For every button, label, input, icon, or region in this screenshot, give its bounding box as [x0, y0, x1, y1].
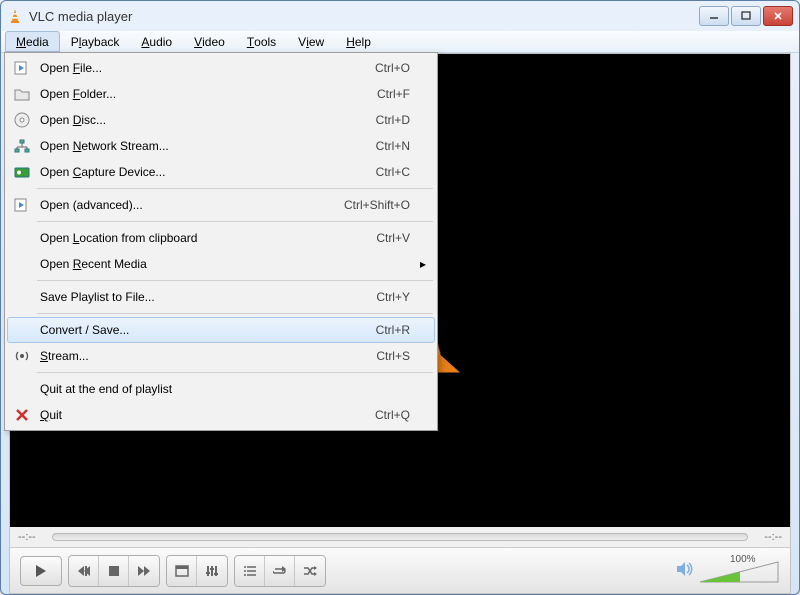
- menu-separator: [37, 221, 433, 222]
- menu-item-label: Open Location from clipboard: [40, 231, 376, 245]
- menu-item-label: Save Playlist to File...: [40, 290, 376, 304]
- time-total: --:--: [754, 531, 782, 543]
- shuffle-button[interactable]: [295, 556, 325, 586]
- time-elapsed: --:--: [18, 531, 46, 543]
- network-icon: [12, 138, 32, 154]
- menu-item-open-network-stream[interactable]: Open Network Stream...Ctrl+N: [7, 133, 435, 159]
- menu-help[interactable]: Help: [335, 31, 382, 52]
- submenu-arrow-icon: ▸: [420, 257, 430, 271]
- menu-separator: [37, 188, 433, 189]
- fullscreen-button[interactable]: [167, 556, 197, 586]
- vlc-cone-icon: [7, 8, 23, 24]
- menu-item-shortcut: Ctrl+Shift+O: [344, 198, 410, 212]
- blank-icon: [12, 322, 32, 338]
- volume-slider[interactable]: 100%: [700, 558, 780, 584]
- menu-item-quit-at-the-end-of-playlist[interactable]: Quit at the end of playlist: [7, 376, 435, 402]
- play-button[interactable]: [20, 556, 62, 586]
- file-play-icon: [12, 197, 32, 213]
- menu-media[interactable]: Media: [5, 31, 60, 52]
- menu-item-save-playlist-to-file[interactable]: Save Playlist to File...Ctrl+Y: [7, 284, 435, 310]
- folder-icon: [12, 86, 32, 102]
- menu-item-open-advanced[interactable]: Open (advanced)...Ctrl+Shift+O: [7, 192, 435, 218]
- seek-slider[interactable]: [52, 533, 748, 541]
- menu-video[interactable]: Video: [183, 31, 236, 52]
- menu-item-stream[interactable]: Stream...Ctrl+S: [7, 343, 435, 369]
- menu-item-shortcut: Ctrl+V: [376, 231, 410, 245]
- menu-item-open-disc[interactable]: Open Disc...Ctrl+D: [7, 107, 435, 133]
- media-dropdown: Open File...Ctrl+OOpen Folder...Ctrl+FOp…: [4, 52, 438, 431]
- menu-item-shortcut: Ctrl+R: [376, 323, 410, 337]
- menu-audio[interactable]: Audio: [130, 31, 183, 52]
- blank-icon: [12, 381, 32, 397]
- menu-item-shortcut: Ctrl+C: [376, 165, 410, 179]
- next-button[interactable]: [129, 556, 159, 586]
- menu-item-label: Open Capture Device...: [40, 165, 376, 179]
- volume-area: 100%: [676, 558, 780, 584]
- menu-item-open-capture-device[interactable]: Open Capture Device...Ctrl+C: [7, 159, 435, 185]
- menu-separator: [37, 313, 433, 314]
- menu-item-shortcut: Ctrl+F: [377, 87, 410, 101]
- maximize-button[interactable]: [731, 6, 761, 26]
- menu-item-shortcut: Ctrl+N: [376, 139, 410, 153]
- menu-item-label: Open File...: [40, 61, 375, 75]
- menu-item-label: Open Folder...: [40, 87, 377, 101]
- view-group: [166, 555, 228, 587]
- app-window: VLC media player MediaPlaybackAudioVideo…: [0, 0, 800, 595]
- minimize-button[interactable]: [699, 6, 729, 26]
- file-play-icon: [12, 60, 32, 76]
- menu-item-open-location-from-clipboard[interactable]: Open Location from clipboardCtrl+V: [7, 225, 435, 251]
- menu-playback[interactable]: Playback: [60, 31, 131, 52]
- menu-item-quit[interactable]: QuitCtrl+Q: [7, 402, 435, 428]
- titlebar: VLC media player: [1, 1, 799, 31]
- menu-item-open-recent-media[interactable]: Open Recent Media ▸: [7, 251, 435, 277]
- seek-bar-row: --:-- --:--: [10, 527, 790, 547]
- menu-item-shortcut: Ctrl+S: [376, 349, 410, 363]
- close-button[interactable]: [763, 6, 793, 26]
- loop-button[interactable]: [265, 556, 295, 586]
- stream-icon: [12, 348, 32, 364]
- quit-icon: [12, 407, 32, 423]
- menu-item-label: Open Disc...: [40, 113, 376, 127]
- previous-button[interactable]: [69, 556, 99, 586]
- menu-item-open-file[interactable]: Open File...Ctrl+O: [7, 55, 435, 81]
- playlist-group: [234, 555, 326, 587]
- menu-item-label: Quit at the end of playlist: [40, 382, 410, 396]
- speaker-icon[interactable]: [676, 561, 694, 580]
- controls-bar: 100%: [10, 547, 790, 593]
- menu-tools[interactable]: Tools: [236, 31, 287, 52]
- blank-icon: [12, 289, 32, 305]
- menu-item-label: Convert / Save...: [40, 323, 376, 337]
- extended-settings-button[interactable]: [197, 556, 227, 586]
- window-buttons: [699, 6, 793, 26]
- menu-item-label: Quit: [40, 408, 375, 422]
- menu-item-convert-save[interactable]: Convert / Save...Ctrl+R: [7, 317, 435, 343]
- menubar: MediaPlaybackAudioVideoToolsViewHelp: [1, 31, 799, 53]
- menu-item-shortcut: Ctrl+Q: [375, 408, 410, 422]
- capture-icon: [12, 164, 32, 180]
- window-title: VLC media player: [29, 9, 699, 24]
- transport-group: [68, 555, 160, 587]
- menu-view[interactable]: View: [287, 31, 335, 52]
- menu-item-label: Open Network Stream...: [40, 139, 376, 153]
- menu-item-open-folder[interactable]: Open Folder...Ctrl+F: [7, 81, 435, 107]
- menu-item-shortcut: Ctrl+O: [375, 61, 410, 75]
- menu-item-label: Open (advanced)...: [40, 198, 344, 212]
- disc-icon: [12, 112, 32, 128]
- blank-icon: [12, 256, 32, 272]
- menu-item-label: Open Recent Media: [40, 257, 410, 271]
- playlist-button[interactable]: [235, 556, 265, 586]
- menu-separator: [37, 372, 433, 373]
- menu-item-shortcut: Ctrl+D: [376, 113, 410, 127]
- menu-item-shortcut: Ctrl+Y: [376, 290, 410, 304]
- stop-button[interactable]: [99, 556, 129, 586]
- blank-icon: [12, 230, 32, 246]
- menu-item-label: Stream...: [40, 349, 376, 363]
- menu-separator: [37, 280, 433, 281]
